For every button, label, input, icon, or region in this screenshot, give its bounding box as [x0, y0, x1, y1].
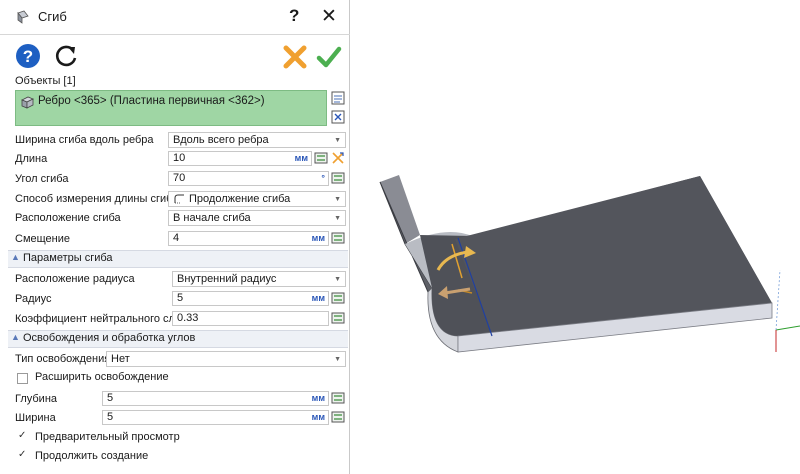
bend-params-section[interactable]: ▲ Параметры сгиба — [8, 250, 348, 268]
chevron-down-icon: ▼ — [334, 356, 341, 363]
expand-relief-label: Расширить освобождение — [35, 371, 169, 383]
angle-value: 70 — [173, 172, 186, 184]
offset-label: Смещение — [15, 233, 71, 245]
measure-width-icon[interactable] — [331, 410, 345, 424]
radius-position-value: Внутренний радиус — [177, 273, 277, 285]
help-button[interactable]: ? — [289, 6, 299, 26]
k-factor-label: Коэффициент нейтрального слоя — [15, 313, 188, 325]
refresh-icon[interactable] — [53, 43, 79, 69]
objects-label: Объекты [1] — [15, 75, 76, 87]
offset-input[interactable]: 4 мм — [168, 231, 329, 246]
offset-value: 4 — [173, 232, 180, 244]
measure-radius-icon[interactable] — [331, 291, 345, 305]
length-unit: мм — [294, 153, 308, 163]
relief-type-label: Тип освобождения — [15, 353, 111, 365]
bend-width-select[interactable]: Вдоль всего ребра ▼ — [168, 132, 346, 148]
width-value: 5 — [107, 411, 114, 423]
edge-object-icon — [21, 96, 34, 109]
edit-list-icon[interactable] — [331, 91, 345, 105]
angle-input[interactable]: 70 ° — [168, 171, 329, 186]
measure-method-select[interactable]: Продолжение сгиба ▼ — [168, 191, 346, 207]
length-value: 10 — [173, 152, 186, 164]
checkmark-icon: ✓ — [18, 430, 27, 441]
length-input[interactable]: 10 мм — [168, 151, 312, 166]
flip-direction-icon[interactable] — [331, 151, 345, 165]
radius-value: 5 — [177, 292, 184, 304]
measure-angle-icon[interactable] — [331, 171, 345, 185]
continue-checkbox[interactable]: ✓ — [17, 449, 28, 463]
svg-text:?: ? — [23, 47, 33, 66]
width-input[interactable]: 5 мм — [102, 410, 329, 425]
continue-label: Продолжить создание — [35, 450, 149, 462]
radius-label: Радиус — [15, 293, 52, 305]
bend-continuation-icon — [174, 194, 184, 204]
flange-top-face — [380, 175, 420, 244]
bend-width-value: Вдоль всего ребра — [173, 134, 269, 146]
expand-relief-checkbox[interactable] — [17, 373, 28, 384]
measure-depth-icon[interactable] — [331, 391, 345, 405]
bend-dialog: Сгиб ? ✕ ? Объекты [1] Ребро <365> (Плас… — [0, 0, 350, 474]
bend-width-label: Ширина сгиба вдоль ребра — [15, 134, 154, 146]
bend-position-select[interactable]: В начале сгиба ▼ — [168, 210, 346, 226]
relief-type-value: Нет — [111, 353, 130, 365]
chevron-down-icon: ▼ — [334, 215, 341, 222]
chevron-down-icon: ▼ — [334, 137, 341, 144]
k-factor-input[interactable]: 0.33 — [172, 311, 329, 326]
bend-params-title: Параметры сгиба — [23, 252, 113, 264]
radius-input[interactable]: 5 мм — [172, 291, 329, 306]
preview-label: Предварительный просмотр — [35, 431, 180, 443]
radius-position-select[interactable]: Внутренний радиус ▼ — [172, 271, 346, 287]
collapse-icon: ▲ — [11, 252, 20, 262]
measure-length-icon[interactable] — [314, 151, 328, 165]
width-unit: мм — [311, 412, 325, 422]
length-label: Длина — [15, 153, 48, 165]
objects-list[interactable]: Ребро <365> (Пластина первичная <362>) — [15, 90, 327, 126]
clear-list-icon[interactable] — [331, 110, 345, 124]
angle-unit: ° — [321, 173, 325, 183]
help-icon[interactable]: ? — [15, 43, 41, 69]
ok-icon[interactable] — [316, 44, 342, 70]
close-button[interactable]: ✕ — [321, 5, 337, 28]
measure-method-label: Способ измерения длины сгиба — [15, 193, 179, 205]
measure-k-factor-icon[interactable] — [331, 311, 345, 325]
sheet-bend-app-icon — [17, 10, 29, 24]
chevron-down-icon: ▼ — [334, 196, 341, 203]
depth-label: Глубина — [15, 393, 58, 405]
relief-section[interactable]: ▲ Освобождения и обработка углов — [8, 330, 348, 348]
measure-offset-icon[interactable] — [331, 231, 345, 245]
width-label: Ширина — [15, 412, 56, 424]
cancel-icon[interactable] — [282, 44, 308, 70]
collapse-icon: ▲ — [11, 332, 20, 342]
object-item[interactable]: Ребро <365> (Пластина первичная <362>) — [38, 95, 265, 107]
bend-position-value: В начале сгиба — [173, 212, 251, 224]
chevron-down-icon: ▼ — [334, 276, 341, 283]
relief-title: Освобождения и обработка углов — [23, 332, 196, 344]
coordinate-axes-icon — [775, 269, 800, 352]
k-factor-value: 0.33 — [177, 312, 199, 324]
preview-checkbox[interactable]: ✓ — [17, 430, 28, 444]
dialog-title: Сгиб — [38, 9, 67, 24]
angle-label: Угол сгиба — [15, 173, 69, 185]
checkmark-icon: ✓ — [18, 449, 27, 460]
depth-input[interactable]: 5 мм — [102, 391, 329, 406]
radius-position-label: Расположение радиуса — [15, 273, 135, 285]
radius-unit: мм — [311, 293, 325, 303]
title-bar: Сгиб ? ✕ — [0, 0, 350, 35]
depth-unit: мм — [311, 393, 325, 403]
bend-position-label: Расположение сгиба — [15, 212, 121, 224]
measure-method-value: Продолжение сгиба — [189, 193, 291, 205]
relief-type-select[interactable]: Нет ▼ — [106, 351, 346, 367]
offset-unit: мм — [311, 233, 325, 243]
depth-value: 5 — [107, 392, 114, 404]
model-viewport[interactable] — [351, 0, 800, 474]
